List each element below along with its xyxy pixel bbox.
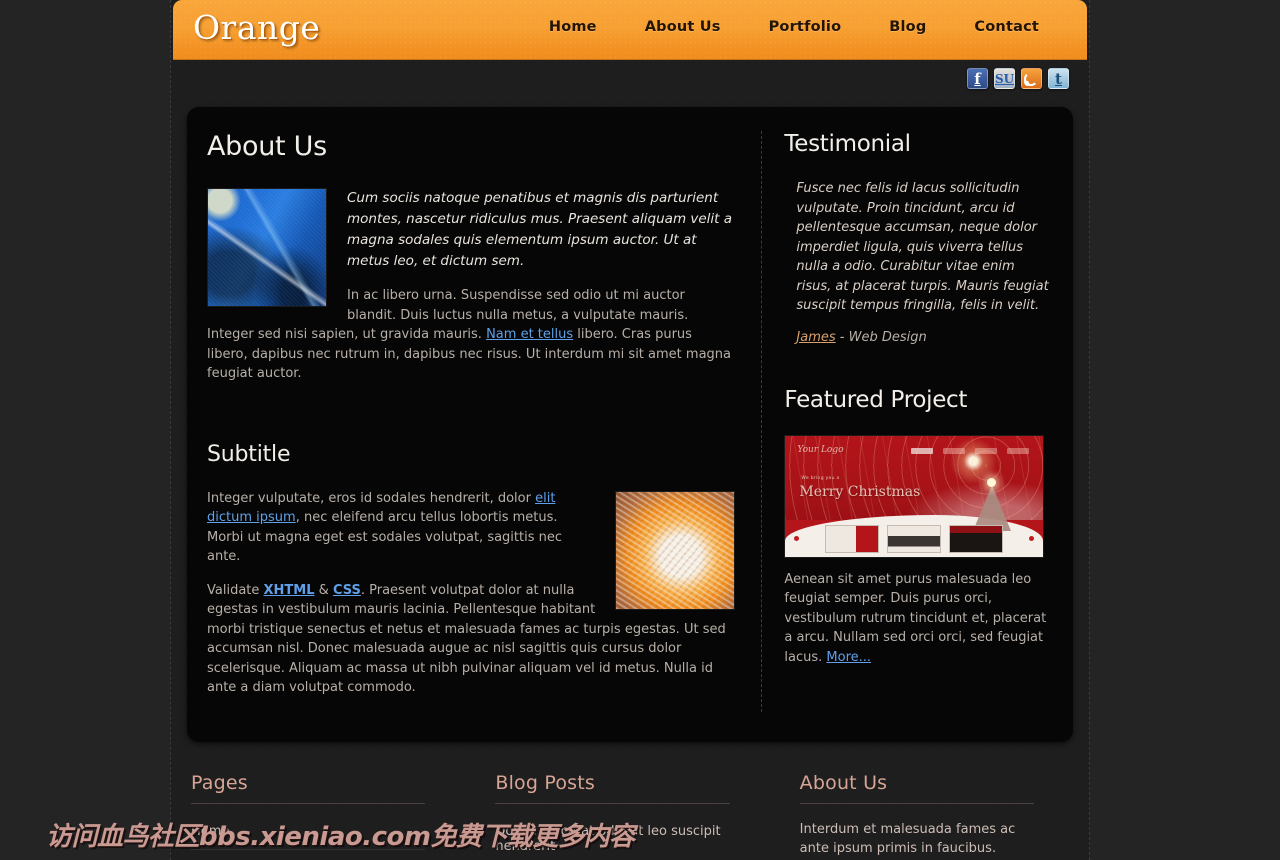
- stumbleupon-icon[interactable]: SU: [994, 68, 1015, 89]
- list-item: Home: [191, 814, 426, 850]
- project-shot-nav-item: [975, 447, 998, 454]
- testimonial-author-role: - Web Design: [835, 329, 927, 345]
- project-shot-star: [987, 477, 997, 487]
- sidebar-column: Testimonial Fusce nec felis id lacus sol…: [762, 131, 1051, 712]
- testimonial-author-link[interactable]: James: [796, 330, 835, 345]
- project-shot-tagline: We bring you a: [801, 475, 840, 481]
- featured-project-thumbnail[interactable]: Your Logo We bring you a Merry Christmas: [784, 434, 1045, 558]
- subtitle-thumbnail: [615, 490, 736, 610]
- project-shot-mini-thumb: [887, 524, 942, 553]
- footer-blog-link-1[interactable]: Donec placerat odio at leo suscipit hend…: [495, 814, 729, 860]
- list-item: Donec placerat odio at leo suscipit hend…: [495, 814, 729, 860]
- project-shot-mini-thumb: [825, 524, 880, 553]
- site-header: Orange Home About Us Portfolio Blog Cont…: [173, 0, 1087, 60]
- featured-project-body: Aenean sit amet purus malesuada leo feug…: [784, 570, 1051, 668]
- link-more[interactable]: More...: [826, 650, 871, 665]
- subtitle-heading: Subtitle: [207, 441, 291, 467]
- nav-item-portfolio[interactable]: Portfolio: [745, 19, 866, 35]
- main-panel: About Us Cum sociis natoque penatibus et…: [187, 107, 1073, 742]
- footer-pages-heading: Pages: [191, 772, 426, 804]
- page-wrapper: Orange Home About Us Portfolio Blog Cont…: [170, 0, 1090, 860]
- about-us-heading: About Us: [207, 131, 327, 162]
- footer-column-pages: Pages Home About Us Portfolio Blog Conta…: [191, 772, 460, 860]
- project-shot-thumb-strip: [785, 523, 1043, 555]
- link-xhtml[interactable]: XHTML: [264, 583, 315, 598]
- nav-item-contact[interactable]: Contact: [950, 19, 1063, 35]
- site-footer: Pages Home About Us Portfolio Blog Conta…: [171, 742, 1089, 860]
- footer-link-home[interactable]: Home: [191, 814, 425, 849]
- social-icon-list: f SU t: [967, 68, 1069, 89]
- about-us-thumbnail: [207, 188, 327, 307]
- footer-column-about-us: About Us Interdum et malesuada fames ac …: [799, 772, 1069, 860]
- testimonial-citation: James - Web Design: [784, 330, 1051, 345]
- footer-blog-list: Donec placerat odio at leo suscipit hend…: [495, 814, 729, 860]
- content-column: About Us Cum sociis natoque penatibus et…: [207, 131, 763, 712]
- project-shot-next-arrow[interactable]: [1029, 535, 1035, 541]
- facebook-icon[interactable]: f: [967, 68, 988, 89]
- footer-pages-list: Home About Us Portfolio Blog Contact: [191, 814, 426, 860]
- footer-about-text: Interdum et malesuada fames ac ante ipsu…: [799, 821, 1016, 857]
- list-item: About Us: [191, 850, 425, 860]
- twitter-icon[interactable]: t: [1048, 68, 1069, 89]
- link-nam-et-tellus[interactable]: Nam et tellus: [486, 327, 573, 342]
- footer-about-heading: About Us: [799, 772, 1034, 804]
- testimonial-heading: Testimonial: [784, 131, 911, 157]
- project-shot-nav-item: [1007, 447, 1030, 454]
- project-shot-headline: Merry Christmas: [799, 483, 921, 500]
- project-shot-nav-item: [911, 447, 934, 454]
- featured-body-text: Aenean sit amet purus malesuada leo feug…: [784, 571, 1047, 665]
- nav-item-about-us[interactable]: About Us: [621, 19, 745, 35]
- footer-link-about-us[interactable]: About Us: [191, 850, 425, 860]
- subtitle-p2-part-1: Validate: [207, 582, 264, 598]
- rss-icon[interactable]: [1021, 68, 1042, 89]
- site-logo[interactable]: Orange: [193, 8, 320, 47]
- subtitle-p2-amp: &: [314, 582, 333, 598]
- project-shot-mini-thumb: [949, 524, 1004, 553]
- nav-item-home[interactable]: Home: [525, 19, 621, 35]
- testimonial-block: Fusce nec felis id lacus sollicitudin vu…: [784, 179, 1051, 345]
- footer-column-blog-posts: Blog Posts Donec placerat odio at leo su…: [495, 772, 764, 860]
- subtitle-p1-part-1: Integer vulputate, eros id sodales hendr…: [207, 490, 536, 506]
- project-shot-nav: [911, 447, 1030, 454]
- rss-dot: [1025, 81, 1029, 85]
- testimonial-quote: Fusce nec felis id lacus sollicitudin vu…: [796, 181, 1049, 313]
- project-shot-nav-item: [943, 447, 966, 454]
- nav-item-blog[interactable]: Blog: [865, 19, 950, 35]
- link-css[interactable]: CSS: [333, 583, 361, 598]
- footer-blog-heading: Blog Posts: [495, 772, 730, 804]
- featured-project-heading: Featured Project: [784, 386, 968, 413]
- project-shot-prev-arrow[interactable]: [794, 535, 800, 541]
- project-shot-logo: Your Logo: [797, 444, 844, 455]
- social-bar: f SU t: [171, 60, 1089, 107]
- main-navigation: Home About Us Portfolio Blog Contact: [525, 19, 1063, 35]
